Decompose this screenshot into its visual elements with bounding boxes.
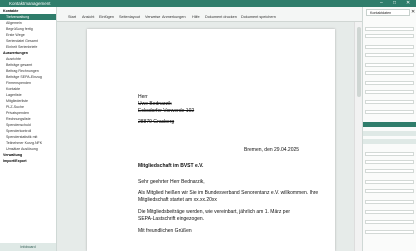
recipient-city: 28879 Grasberg (138, 119, 175, 125)
title-bar: Kontaktmanagement – □ ✕ (0, 0, 416, 7)
panel-section-bar (363, 122, 416, 127)
recipient-street: Ecksdorfer Vorwerde 102 (138, 108, 195, 114)
panel-field[interactable] (365, 189, 414, 193)
panel-field[interactable] (365, 200, 414, 204)
tab-einfuegen[interactable]: Einfügen (99, 15, 114, 19)
tab-anmerkungen[interactable]: Anmerkungen (162, 15, 186, 19)
window-title: Kontaktmanagement (9, 1, 51, 6)
contact-data-button[interactable]: Kontaktdaten (366, 9, 410, 16)
panel-field[interactable] (365, 53, 414, 57)
left-navigation: Kontakte Tiefverwaltung Allgemein Begrüßung… (0, 7, 57, 251)
letter-para2-line1: Die Mitgliedsbeiträge werden, wie verein… (138, 209, 291, 215)
letter-page[interactable]: Herr Uwe Bednarzik Ecksdorfer Vorwerde 1… (87, 29, 335, 251)
panel-field[interactable] (365, 63, 414, 67)
panel-section-row (363, 131, 416, 136)
recipient-salutation: Herr (138, 94, 148, 100)
panel-field[interactable] (365, 100, 414, 104)
letter-para2-line2: SEPA-Lastschrift eingezogen. (138, 216, 205, 222)
document-toolbar: Start Ansicht Einfügen Seitenlayout Verw… (57, 7, 362, 22)
panel-field[interactable] (365, 210, 414, 214)
panel-field[interactable] (365, 45, 414, 49)
save-document-button[interactable]: Dokument speichern (241, 15, 276, 19)
panel-field[interactable] (365, 230, 414, 234)
panel-field[interactable] (365, 180, 414, 184)
panel-field[interactable] (365, 152, 414, 156)
document-area: Herr Uwe Bednarzik Ecksdorfer Vorwerde 1… (57, 22, 354, 251)
tab-verweise[interactable]: Verweise (145, 15, 160, 19)
panel-field[interactable] (365, 81, 414, 85)
scroll-thumb[interactable] (357, 27, 361, 97)
panel-field[interactable] (365, 169, 414, 173)
nav-footer[interactable]: Infoboard (0, 243, 56, 251)
nav-item[interactable]: Import/Export (0, 158, 56, 164)
tab-ansicht[interactable]: Ansicht (82, 15, 94, 19)
letter-closing: Mit freundlichen Grüßen (138, 228, 192, 234)
tab-seitenlayout[interactable]: Seitenlayout (119, 15, 140, 19)
panel-close-icon[interactable]: ✕ (411, 9, 415, 15)
letter-para1-line2: Mitgliedschaft startet am xx.xx.20xx (138, 197, 217, 203)
letter-subject: Mitgliedschaft im BVST e.V. (138, 163, 204, 169)
panel-field[interactable] (365, 110, 414, 114)
letter-para1-line1: Als Mitglied heißen wir Sie im Bundesver… (138, 190, 319, 196)
panel-field[interactable] (365, 90, 414, 94)
right-panel: Kontaktdaten ✕ (362, 7, 416, 251)
letter-greeting: Sehr geehrter Herr Bednarzik, (138, 179, 205, 185)
tab-start[interactable]: Start (68, 15, 76, 19)
tab-hilfe[interactable]: Hilfe (192, 15, 200, 19)
panel-field[interactable] (365, 160, 414, 164)
print-document-button[interactable]: Dokument drucken (205, 15, 237, 19)
panel-field[interactable] (365, 71, 414, 75)
recipient-name: Uwe Bednarzik (138, 101, 172, 107)
panel-field[interactable] (365, 34, 414, 38)
panel-section-row (363, 139, 416, 144)
maximize-button[interactable]: □ (393, 0, 396, 6)
close-button[interactable]: ✕ (406, 0, 410, 6)
letter-date: Bremen, den 29.04.2025 (244, 147, 300, 153)
panel-field[interactable] (365, 220, 414, 224)
minimize-button[interactable]: – (380, 0, 383, 6)
panel-field[interactable] (365, 27, 414, 31)
